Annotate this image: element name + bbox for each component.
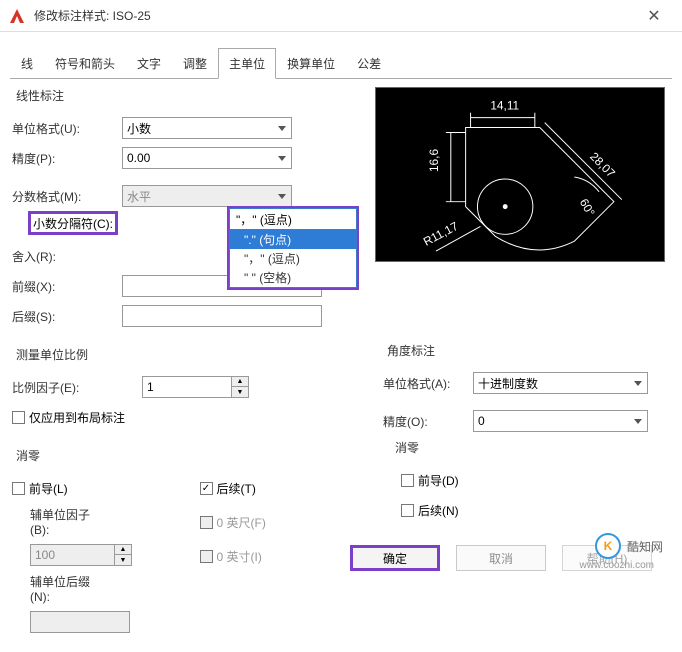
label-scale-factor: 比例因子(E): [12,379,142,396]
preview-pane: 14,11 16,6 28,07 60° R11,17 [375,87,665,262]
checkbox-ang-trailing[interactable]: 后续(N) [401,502,459,519]
window-title: 修改标注样式: ISO-25 [34,7,634,24]
select-ang-precision[interactable] [473,410,648,432]
dropdown-option-comma[interactable]: "，" (逗点) [230,249,356,268]
select-precision[interactable] [122,147,292,169]
input-sub-suffix [30,611,130,633]
svg-text:R11,17: R11,17 [421,219,461,249]
tab-bar: 线 符号和箭头 文字 调整 主单位 换算单位 公差 [0,32,682,79]
checkbox-ang-leading[interactable]: 前导(D) [401,472,459,489]
tab-symbols[interactable]: 符号和箭头 [44,48,126,79]
checkbox-layout-only[interactable]: 仅应用到布局标注 [12,409,125,426]
dropdown-option-space[interactable]: " " (空格) [230,268,356,287]
autocad-app-icon [8,7,26,25]
checkbox-leading[interactable]: 前导(L) [12,480,68,497]
tab-primary-units[interactable]: 主单位 [218,48,276,79]
select-fraction-format [122,185,292,207]
svg-text:16,6: 16,6 [427,149,441,172]
label-sub-suffix: 辅单位后缀(N): [12,573,107,604]
checkbox-trailing[interactable]: 后续(T) [200,480,256,497]
legend-ang-zero: 消零 [391,439,423,456]
label-roundoff: 舍入(R): [12,248,122,265]
legend-scale: 测量单位比例 [12,346,92,363]
dropdown-decimal-sep-open[interactable]: "，" (逗点) "." (句点) "，" (逗点) " " (空格) [227,206,359,290]
close-button[interactable]: ✕ [634,1,674,31]
label-ang-precision: 精度(O): [383,413,473,430]
label-precision: 精度(P): [12,150,122,167]
input-suffix[interactable] [122,305,322,327]
label-ang-format: 单位格式(A): [383,375,473,392]
svg-text:14,11: 14,11 [490,99,519,113]
watermark-brand: 酷知网 [627,538,663,555]
label-fraction-format: 分数格式(M): [12,188,122,205]
select-unit-format[interactable] [122,117,292,139]
watermark-logo-icon: K [595,533,621,559]
legend-angular: 角度标注 [383,342,439,359]
group-scale: 测量单位比例 比例因子(E): ▲▼ 仅应用到布局标注 [10,346,365,443]
tab-alt-units[interactable]: 换算单位 [276,48,346,79]
spinner-scale-factor[interactable]: ▲▼ [142,376,249,398]
legend-linear: 线性标注 [12,87,68,104]
tab-text[interactable]: 文字 [126,48,172,79]
select-decimal-sep[interactable]: "，" (逗点) [229,208,357,230]
dropdown-option-period[interactable]: "." (句点) [230,230,356,249]
watermark: K 酷知网 [595,533,663,559]
label-sub-factor: 辅单位因子(B): [12,506,107,537]
label-decimal-sep: 小数分隔符(C): [28,211,118,235]
svg-text:28,07: 28,07 [587,149,618,180]
label-suffix: 后缀(S): [12,308,122,325]
watermark-site: www.coozhi.com [580,560,654,571]
tab-fit[interactable]: 调整 [172,48,218,79]
tab-lines[interactable]: 线 [10,48,44,79]
ok-button[interactable]: 确定 [350,545,440,571]
select-ang-format[interactable] [473,372,648,394]
label-unit-format: 单位格式(U): [12,120,122,137]
label-prefix: 前缀(X): [12,278,122,295]
svg-text:60°: 60° [577,196,598,219]
checkbox-zero-feet: 0 英尺(F) [200,514,266,531]
cancel-button[interactable]: 取消 [456,545,546,571]
group-angular: 角度标注 单位格式(A): 精度(O): 消零 前导(D) 后续(N) [375,342,672,548]
spin-down-icon[interactable]: ▼ [232,387,248,397]
tab-tolerance[interactable]: 公差 [346,48,392,79]
legend-zero: 消零 [12,447,44,464]
spin-up-icon[interactable]: ▲ [232,377,248,387]
